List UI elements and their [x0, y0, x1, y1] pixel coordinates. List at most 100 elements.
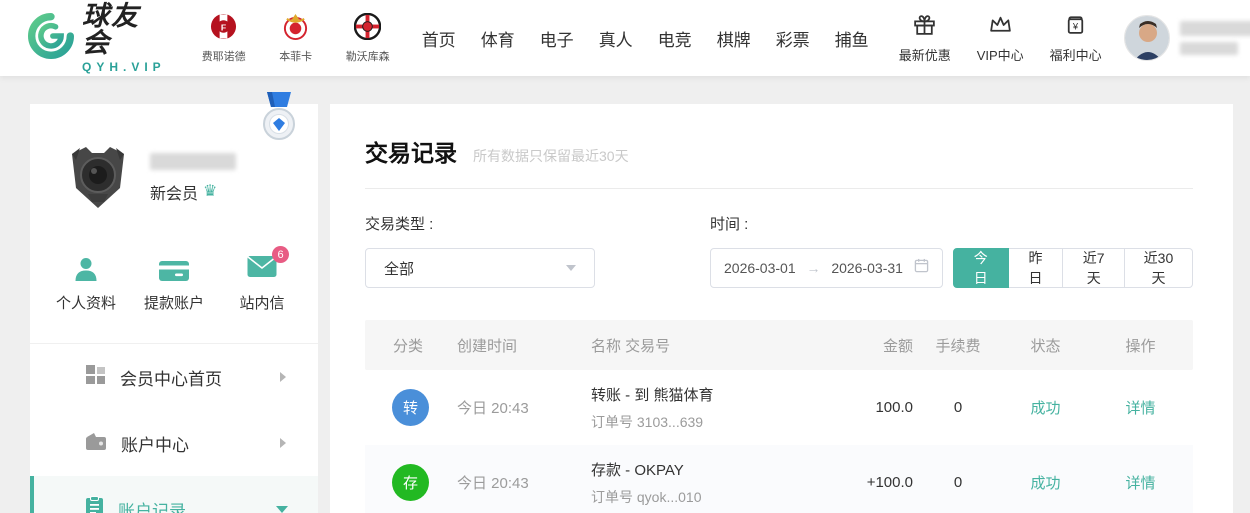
medal-icon	[260, 92, 298, 151]
quick-link-withdraw-account[interactable]: 提款账户	[130, 253, 218, 313]
nav-chess[interactable]: 棋牌	[717, 26, 751, 51]
status-text: 成功	[1030, 475, 1061, 492]
col-fee: 手续费	[935, 337, 981, 355]
type-select-value: 全部	[384, 260, 415, 278]
range-30days-button[interactable]: 近30天	[1124, 248, 1193, 288]
table-row: 转 今日 20:43 转账 - 到 熊猫体育 订单号 3103...639 10…	[365, 370, 1193, 445]
chevron-down-icon	[276, 505, 288, 513]
transfer-category-icon: 转	[392, 389, 429, 426]
nav-slots[interactable]: 电子	[540, 26, 574, 51]
quick-range-group: 今日 昨日 近7天 近30天	[952, 248, 1193, 288]
feyenoord-logo-icon: F	[210, 13, 237, 45]
col-action: 操作	[1125, 337, 1156, 355]
sidebar-item-member-home[interactable]: 会员中心首页	[30, 344, 318, 410]
nav-esports[interactable]: 电竞	[658, 26, 692, 51]
col-created: 创建时间	[457, 337, 518, 355]
arrow-right-icon: →	[806, 260, 821, 276]
clipboard-list-icon	[85, 495, 104, 513]
gift-icon	[912, 12, 937, 42]
nav-promotions[interactable]: 最新优惠	[899, 12, 951, 64]
range-yesterday-button[interactable]: 昨日	[1008, 248, 1064, 288]
sponsor-benfica: 本菲卡	[268, 13, 324, 64]
cell-name: 转账 - 到 熊猫体育 订单号 3103...639	[575, 384, 803, 432]
transactions-table: 分类 创建时间 名称 交易号 金额 手续费 状态 操作 转 今日 20:43 转…	[365, 320, 1193, 513]
logo-mark-icon	[28, 12, 74, 64]
details-link[interactable]: 详情	[1088, 472, 1193, 493]
svg-text:¥: ¥	[1072, 22, 1079, 32]
cell-fee: 0	[953, 399, 963, 416]
quick-links: 个人资料 提款账户 6 站内信	[30, 246, 318, 313]
chevron-right-icon	[280, 372, 286, 382]
cell-amount: 100.0	[875, 399, 913, 416]
quick-link-label: 站内信	[239, 295, 285, 312]
range-today-button[interactable]: 今日	[952, 248, 1009, 288]
date-to: 2026-03-31	[831, 260, 903, 276]
sponsor-feyenoord: F 费耶诺德	[196, 13, 252, 64]
logo-subtitle: QYH.VIP	[82, 59, 166, 74]
username-redacted	[1179, 21, 1250, 55]
welfare-jar-icon: ¥	[1063, 12, 1088, 42]
type-select[interactable]: 全部	[365, 248, 595, 288]
sidebar-item-label: 会员中心首页	[120, 369, 222, 389]
icon-nav-label: VIP中心	[976, 48, 1024, 63]
sidebar-item-account-center[interactable]: 账户中心	[30, 410, 318, 476]
quick-link-profile[interactable]: 个人资料	[42, 253, 130, 313]
quick-link-label: 提款账户	[143, 295, 204, 312]
cell-time: 今日 20:43	[457, 400, 529, 417]
logo-title: 球友会	[82, 0, 140, 58]
icon-nav: 最新优惠 VIP中心 ¥ 福利中心	[899, 12, 1102, 64]
cell-time: 今日 20:43	[457, 475, 529, 492]
nav-home[interactable]: 首页	[422, 26, 456, 51]
sidebar-item-account-records[interactable]: 账户记录	[30, 476, 318, 513]
chevron-right-icon	[280, 438, 286, 448]
quick-link-label: 个人资料	[55, 295, 116, 312]
sponsor-caption: 本菲卡	[279, 50, 313, 63]
col-amount: 金额	[882, 337, 913, 355]
bank-card-icon	[158, 253, 190, 283]
time-filter: 时间 : 2026-03-01 → 2026-03-31 今日 昨日 近7天 近…	[710, 213, 1193, 288]
main-nav: 首页 体育 电子 真人 电竞 棋牌 彩票 捕鱼	[422, 26, 869, 51]
transaction-type-filter: 交易类型 : 全部	[365, 213, 595, 288]
date-range-picker[interactable]: 2026-03-01 → 2026-03-31	[710, 248, 943, 288]
sidebar-username-redacted	[150, 153, 236, 170]
crown-icon: ♛	[203, 183, 218, 200]
transaction-name: 转账 - 到 熊猫体育	[591, 386, 714, 404]
site-logo[interactable]: 球友会 QYH.VIP	[28, 0, 166, 74]
nav-fishing[interactable]: 捕鱼	[835, 26, 869, 51]
crown-icon	[988, 12, 1013, 42]
sponsor-caption: 勒沃库森	[345, 50, 390, 63]
deposit-category-icon: 存	[392, 464, 429, 501]
nav-sports[interactable]: 体育	[481, 26, 515, 51]
user-avatar[interactable]	[1123, 15, 1170, 61]
member-level-text: 新会员	[150, 186, 199, 203]
nav-live[interactable]: 真人	[599, 26, 633, 51]
order-number: 订单号 qyok...010	[591, 488, 702, 505]
calendar-icon	[914, 258, 929, 278]
page-subtitle: 所有数据只保留最近30天	[473, 148, 629, 164]
grid-icon	[85, 364, 106, 390]
nav-welfare-center[interactable]: ¥ 福利中心	[1050, 12, 1102, 64]
user-box[interactable]: 新会员 ⌄	[1123, 15, 1250, 62]
time-filter-label: 时间 :	[710, 216, 749, 233]
order-number: 订单号 3103...639	[591, 413, 704, 430]
nav-vip-center[interactable]: VIP中心	[977, 12, 1024, 64]
status-text: 成功	[1030, 400, 1061, 417]
chevron-down-icon	[566, 265, 576, 271]
quick-link-messages[interactable]: 6 站内信	[218, 246, 306, 313]
table-header: 分类 创建时间 名称 交易号 金额 手续费 状态 操作	[365, 320, 1193, 370]
rank-shield-avatar	[60, 138, 136, 219]
details-link[interactable]: 详情	[1088, 397, 1193, 418]
sidebar-item-label: 账户中心	[121, 435, 189, 455]
cell-name: 存款 - OKPAY 订单号 qyok...010	[575, 459, 803, 507]
svg-text:F: F	[221, 22, 226, 32]
col-category: 分类	[393, 337, 424, 355]
top-header: 球友会 QYH.VIP F 费耶诺德 本菲卡 勒沃库森 首页 体育 电子 真人 …	[0, 0, 1250, 76]
unread-count-badge: 6	[272, 246, 289, 263]
icon-nav-label: 最新优惠	[898, 48, 951, 63]
icon-nav-label: 福利中心	[1049, 48, 1102, 63]
col-name: 名称 交易号	[591, 337, 671, 355]
nav-lottery[interactable]: 彩票	[776, 26, 810, 51]
sidebar-item-label: 账户记录	[118, 501, 186, 513]
leverkusen-logo-icon	[353, 12, 382, 45]
range-7days-button[interactable]: 近7天	[1063, 248, 1125, 288]
